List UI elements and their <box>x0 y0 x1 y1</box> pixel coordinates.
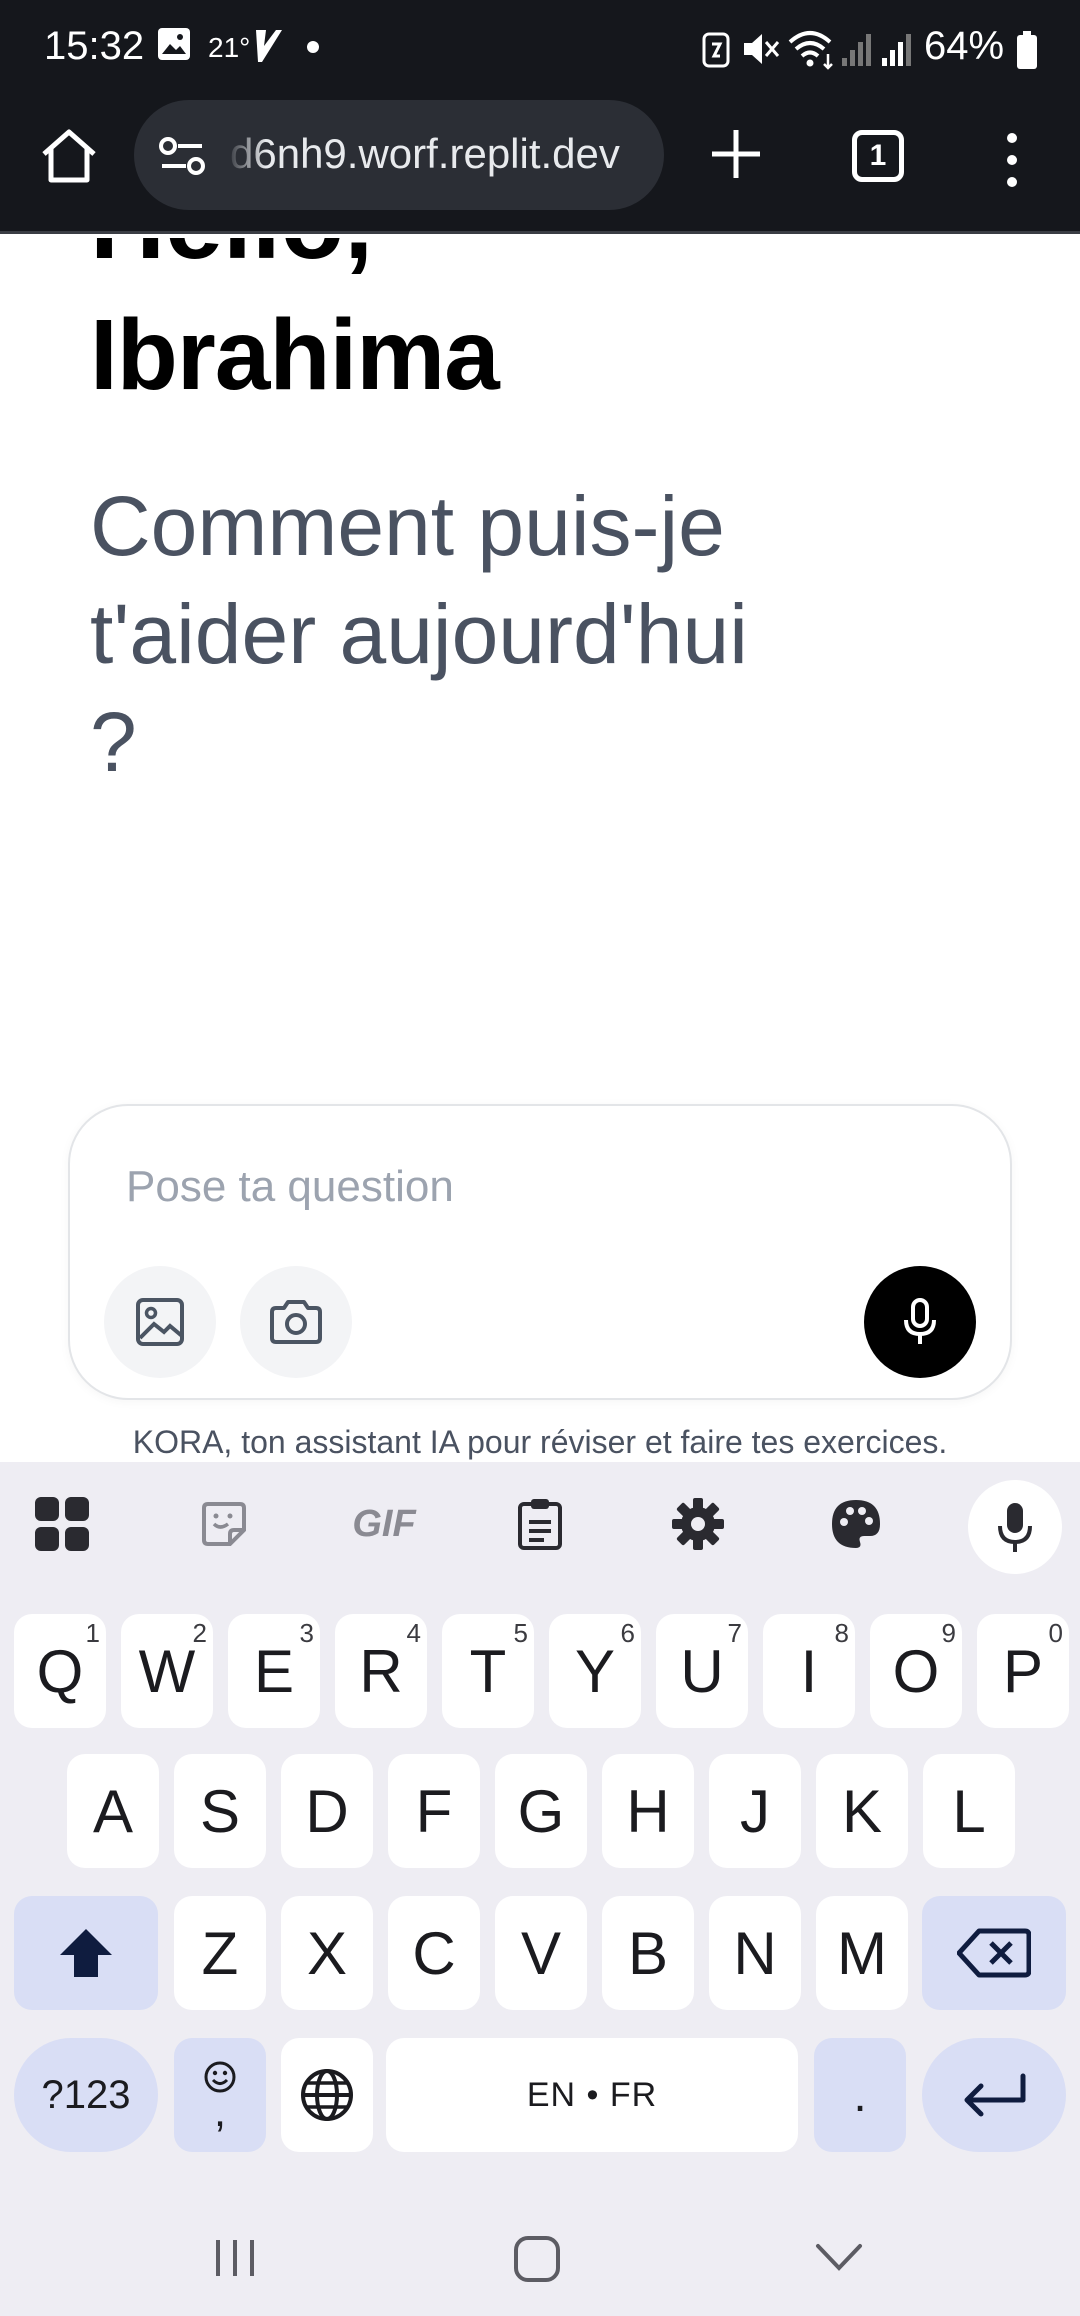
enter-icon <box>964 2073 1026 2117</box>
key-e[interactable]: E3 <box>228 1614 320 1728</box>
key-j[interactable]: J <box>709 1754 801 1868</box>
key-m[interactable]: M <box>816 1896 908 2010</box>
emoji-comma-key[interactable]: , <box>174 2038 266 2152</box>
more-menu-icon[interactable] <box>1000 130 1024 190</box>
backspace-icon <box>957 1928 1031 1978</box>
key-r[interactable]: R4 <box>335 1614 427 1728</box>
signal-icon <box>882 34 911 66</box>
clipboard-icon[interactable] <box>508 1492 572 1556</box>
language-key[interactable] <box>281 2038 373 2152</box>
recent-apps-icon[interactable] <box>212 2236 258 2280</box>
enter-key[interactable] <box>922 2038 1066 2152</box>
status-time: 15:32 <box>44 24 145 68</box>
home-icon[interactable] <box>38 124 100 186</box>
key-c[interactable]: C <box>388 1896 480 2010</box>
key-a[interactable]: A <box>67 1754 159 1868</box>
image-icon <box>136 1298 184 1346</box>
voice-input-button[interactable] <box>864 1266 976 1378</box>
back-chevron-icon[interactable] <box>814 2242 864 2272</box>
signal-weak-icon <box>842 34 871 66</box>
dot-icon <box>307 41 319 53</box>
address-bar[interactable]: d6nh9.worf.replit.dev <box>134 100 664 210</box>
on-screen-keyboard: GIF Q1 W2 E3 R4 T5 Y6 U7 I8 O9 P0 A S D … <box>0 1462 1080 2316</box>
key-p[interactable]: P0 <box>977 1614 1069 1728</box>
key-l[interactable]: L <box>923 1754 1015 1868</box>
key-b[interactable]: B <box>602 1896 694 2010</box>
microphone-icon <box>904 1298 936 1344</box>
assistant-footer-note: KORA, ton assistant IA pour réviser et f… <box>132 1424 948 1460</box>
camera-button[interactable] <box>240 1266 352 1378</box>
palette-icon[interactable] <box>824 1492 888 1556</box>
system-navigation-bar <box>0 2200 1080 2316</box>
keyboard-mic-icon[interactable] <box>968 1480 1062 1574</box>
mute-icon <box>744 34 780 64</box>
wifi-icon <box>788 31 833 70</box>
status-bar: 15:32 21° 64% <box>0 0 1080 96</box>
browser-toolbar: d6nh9.worf.replit.dev 1 <box>0 96 1080 234</box>
shift-icon <box>60 1929 112 1977</box>
key-i[interactable]: I8 <box>763 1614 855 1728</box>
tab-switcher-button[interactable]: 1 <box>852 130 904 182</box>
url-text: d6nh9.worf.replit.dev <box>230 130 620 177</box>
key-q[interactable]: Q1 <box>14 1614 106 1728</box>
key-w[interactable]: W2 <box>121 1614 213 1728</box>
battery-percent: 64% <box>924 24 1005 68</box>
key-d[interactable]: D <box>281 1754 373 1868</box>
key-v[interactable]: V <box>495 1896 587 2010</box>
camera-icon <box>270 1300 322 1344</box>
key-f[interactable]: F <box>388 1754 480 1868</box>
space-key[interactable]: EN • FR <box>386 2038 798 2152</box>
key-n[interactable]: N <box>709 1896 801 2010</box>
key-h[interactable]: H <box>602 1754 694 1868</box>
key-g[interactable]: G <box>495 1754 587 1868</box>
key-z[interactable]: Z <box>174 1896 266 2010</box>
symbols-key[interactable]: ?123 <box>14 2038 158 2152</box>
status-temperature: 21° <box>208 32 251 63</box>
key-u[interactable]: U7 <box>656 1614 748 1728</box>
key-k[interactable]: K <box>816 1754 908 1868</box>
key-y[interactable]: Y6 <box>549 1614 641 1728</box>
period-key[interactable]: . <box>814 2038 906 2152</box>
apps-icon[interactable] <box>30 1492 94 1556</box>
app-notification-icon <box>256 30 282 62</box>
upload-image-button[interactable] <box>104 1266 216 1378</box>
backspace-key[interactable] <box>922 1896 1066 2010</box>
key-x[interactable]: X <box>281 1896 373 2010</box>
gif-label: GIF <box>352 1502 416 1545</box>
shift-key[interactable] <box>14 1896 158 2010</box>
greeting-name: Ibrahima <box>90 299 500 411</box>
keyboard-toolbar: GIF <box>0 1462 1080 1592</box>
gif-icon[interactable]: GIF <box>344 1492 424 1556</box>
question-input[interactable] <box>126 1162 826 1212</box>
welcome-question: Comment puis-je t'aider aujourd'hui ? <box>90 479 748 789</box>
site-settings-icon[interactable] <box>158 136 210 176</box>
battery-icon <box>1017 31 1037 69</box>
key-o[interactable]: O9 <box>870 1614 962 1728</box>
nfc-icon <box>702 32 730 68</box>
globe-icon <box>301 2069 353 2121</box>
gallery-notification-icon <box>158 28 190 60</box>
home-button-icon[interactable] <box>512 2234 562 2284</box>
key-s[interactable]: S <box>174 1754 266 1868</box>
chat-composer <box>68 1104 1012 1400</box>
sticker-icon[interactable] <box>192 1492 256 1556</box>
key-t[interactable]: T5 <box>442 1614 534 1728</box>
settings-icon[interactable] <box>666 1492 730 1556</box>
new-tab-icon[interactable] <box>706 124 766 184</box>
